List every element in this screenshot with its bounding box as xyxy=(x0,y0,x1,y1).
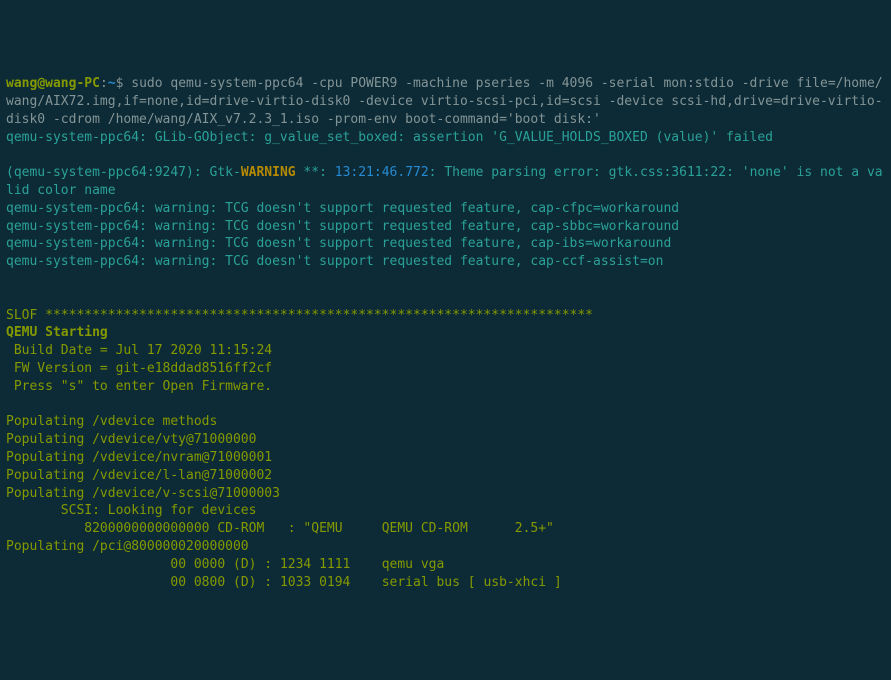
slof-output-line: Populating /vdevice/v-scsi@71000003 xyxy=(6,486,280,501)
prompt-sigil: $ xyxy=(116,76,124,91)
slof-output-line: SCSI: Looking for devices xyxy=(6,503,256,518)
warning-label: WARNING xyxy=(241,165,296,180)
prompt: wang@wang-PC:~$ xyxy=(6,76,131,91)
prompt-user: wang xyxy=(6,76,37,91)
slof-output-line: 8200000000000000 CD-ROM : "QEMU QEMU CD-… xyxy=(6,521,554,536)
tcg-warning-line: qemu-system-ppc64: warning: TCG doesn't … xyxy=(6,219,679,234)
command-text: sudo qemu-system-ppc64 -cpu POWER9 -mach… xyxy=(6,76,883,127)
slof-output-line: Populating /pci@800000020000000 xyxy=(6,539,249,554)
glib-error-line: qemu-system-ppc64: GLib-GObject: g_value… xyxy=(6,130,773,145)
prompt-path: ~ xyxy=(108,76,116,91)
slof-build-date: Build Date = Jul 17 2020 11:15:24 xyxy=(6,343,272,358)
slof-output-line: 00 0800 (D) : 1033 0194 serial bus [ usb… xyxy=(6,575,562,590)
tcg-warning-line: qemu-system-ppc64: warning: TCG doesn't … xyxy=(6,201,679,216)
slof-output-line: Populating /vdevice/nvram@71000001 xyxy=(6,450,272,465)
terminal-output[interactable]: wang@wang-PC:~$ sudo qemu-system-ppc64 -… xyxy=(6,75,885,591)
gtk-prefix: (qemu-system-ppc64:9247): Gtk- xyxy=(6,165,241,180)
slof-header: SLOF ***********************************… xyxy=(6,308,593,323)
slof-press-s: Press "s" to enter Open Firmware. xyxy=(6,379,272,394)
tcg-warning-line: qemu-system-ppc64: warning: TCG doesn't … xyxy=(6,254,663,269)
slof-output-line: Populating /vdevice/vty@71000000 xyxy=(6,432,256,447)
prompt-at: @ xyxy=(37,76,45,91)
slof-fw-version: FW Version = git-e18ddad8516ff2cf xyxy=(6,361,272,376)
prompt-colon: : xyxy=(100,76,108,91)
slof-output-line: 00 0000 (D) : 1234 1111 qemu vga xyxy=(6,557,444,572)
gtk-timestamp: 13:21:46.772 xyxy=(335,165,429,180)
tcg-warning-line: qemu-system-ppc64: warning: TCG doesn't … xyxy=(6,236,671,251)
prompt-host: wang-PC xyxy=(45,76,100,91)
qemu-starting: QEMU Starting xyxy=(6,325,108,340)
gtk-stars: **: xyxy=(296,165,335,180)
slof-output-line: Populating /vdevice methods xyxy=(6,414,217,429)
slof-output-line: Populating /vdevice/l-lan@71000002 xyxy=(6,468,272,483)
